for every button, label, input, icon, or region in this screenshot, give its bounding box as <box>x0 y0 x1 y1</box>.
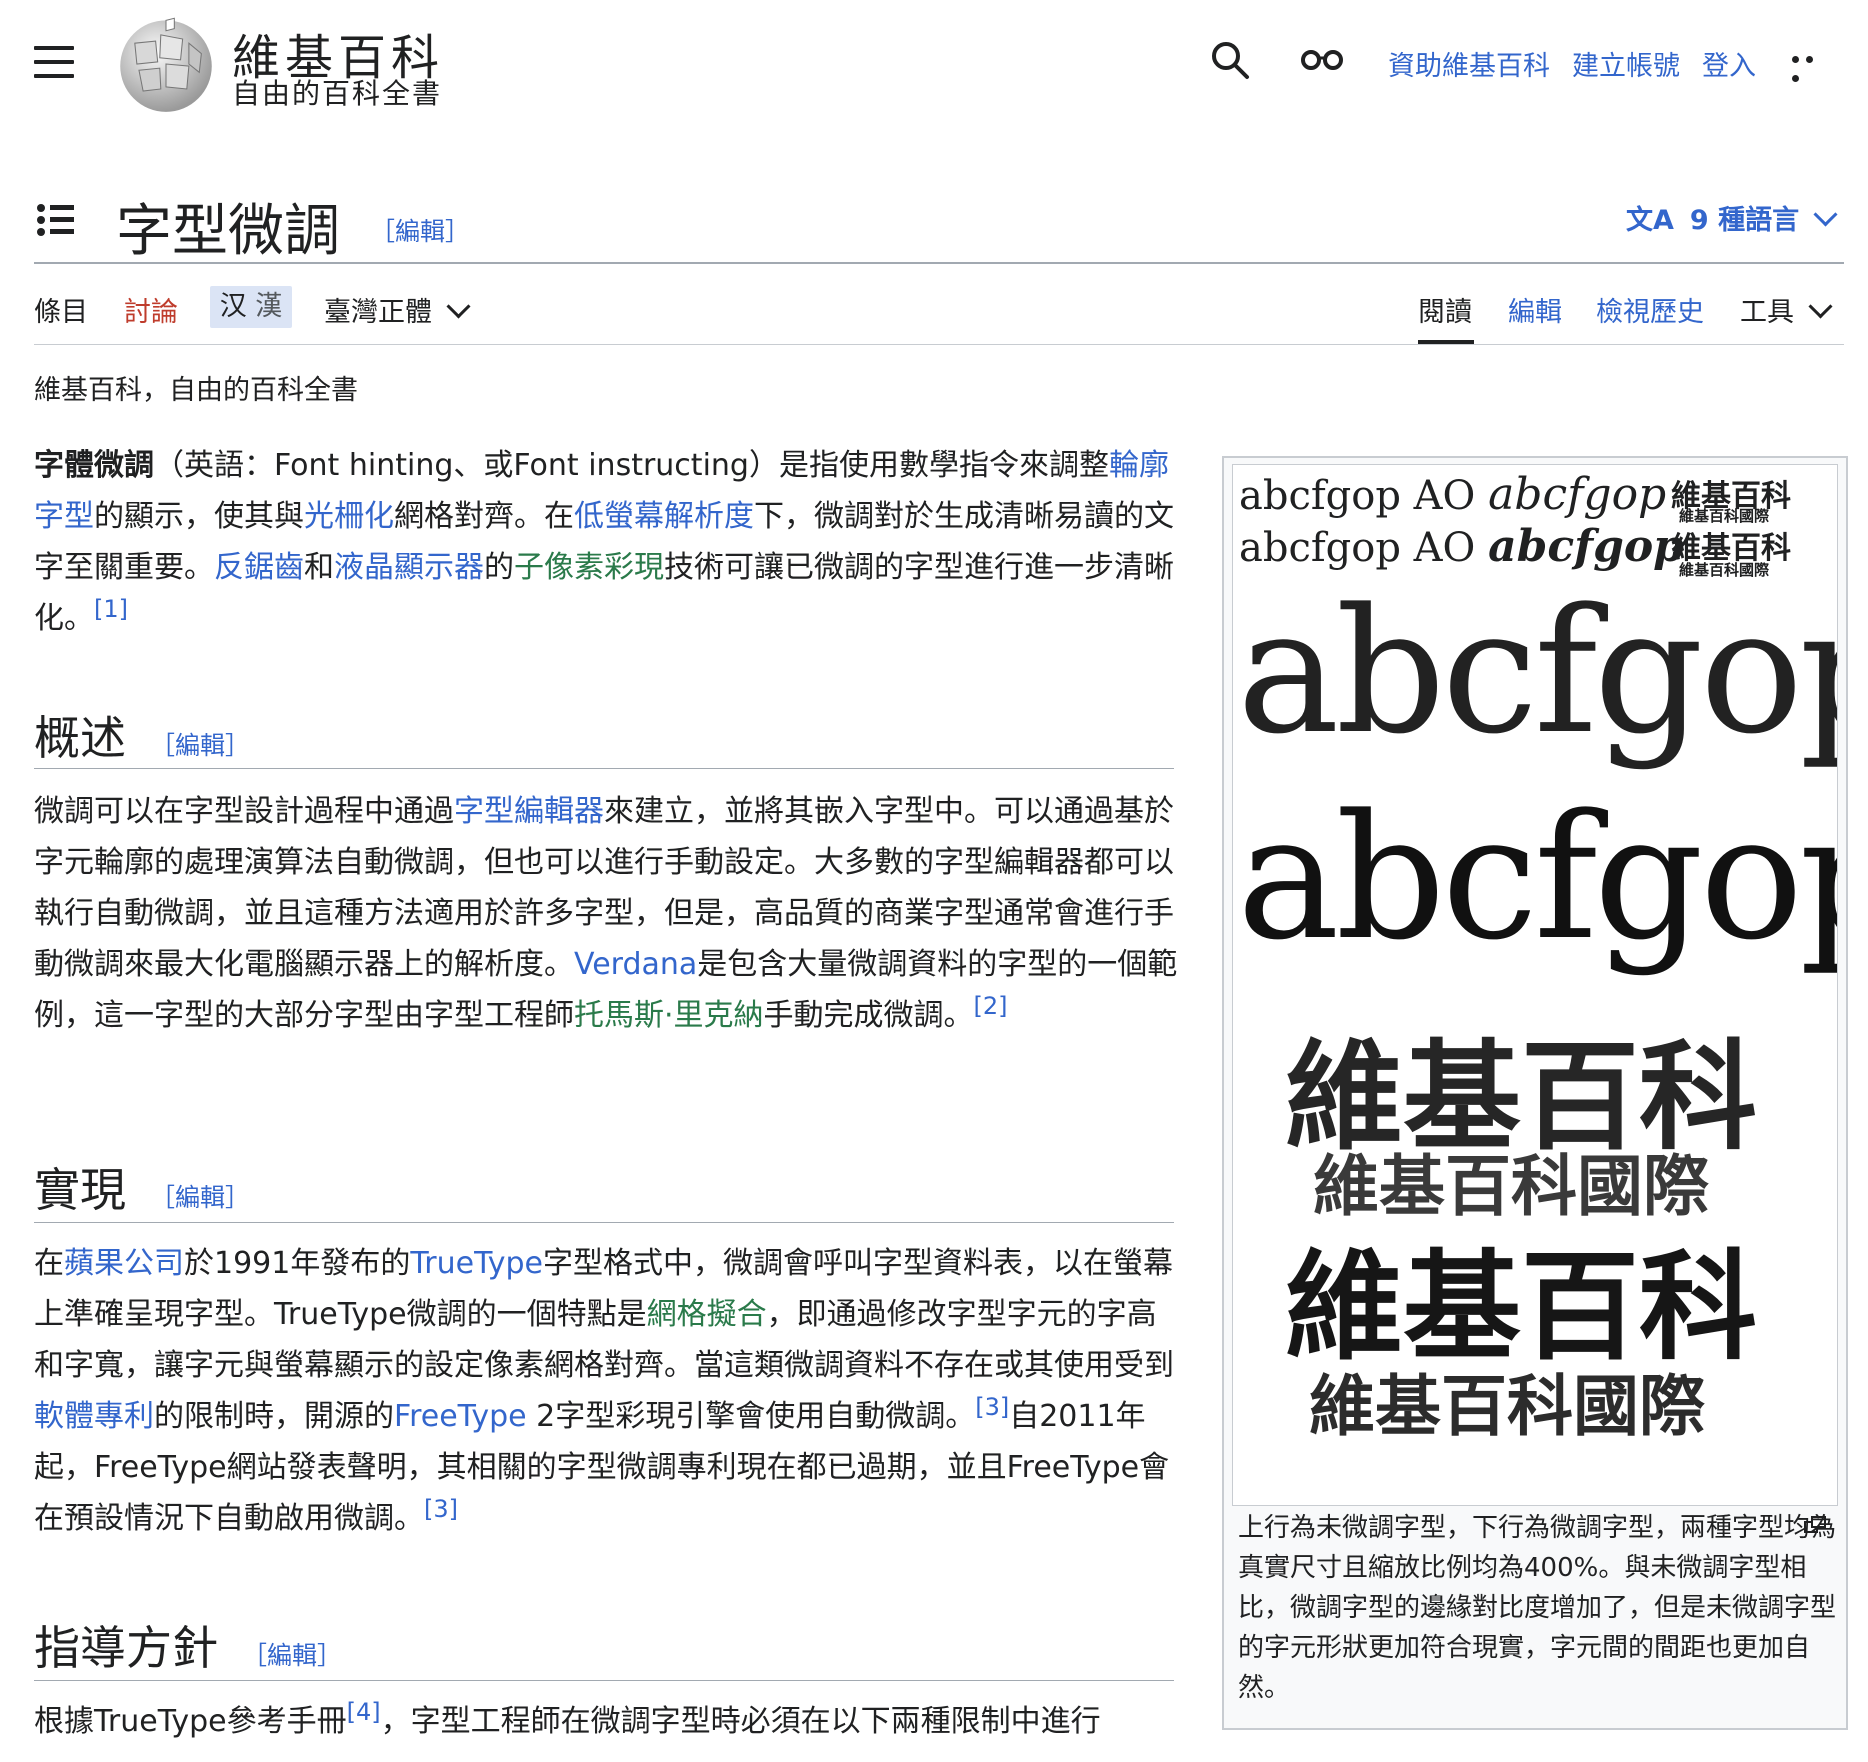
reference-link[interactable]: [2] <box>974 992 1008 1020</box>
variant-simplified[interactable]: 汉 <box>220 291 247 322</box>
text: （英語：Font hinting、或Font instructing）是指使用數… <box>154 448 1109 483</box>
link-lcd[interactable]: 液晶顯示器 <box>334 550 484 585</box>
appearance-glasses-icon[interactable] <box>1300 44 1344 72</box>
title-edit-label[interactable]: ［編輯］ <box>370 217 470 246</box>
language-count: 9 種語言 <box>1689 205 1800 236</box>
sample-text: abcfgop AO <box>1239 525 1476 571</box>
reference-link[interactable]: [3] <box>424 1495 458 1523</box>
login-link[interactable]: 登入 <box>1702 44 1756 83</box>
create-account-link[interactable]: 建立帳號 <box>1572 44 1680 83</box>
link-tom-rickner[interactable]: 托馬斯·里克納 <box>574 998 764 1033</box>
section-heading-overview: 概述 ［編輯］ <box>34 702 250 768</box>
heading-text: 指導方針 <box>34 1621 218 1675</box>
site-tagline: 自由的百科全書 <box>232 77 443 110</box>
section-divider <box>34 768 1174 769</box>
heading-text: 概述 <box>34 711 126 765</box>
tab-history[interactable]: 檢視歷史 <box>1596 290 1704 329</box>
section-heading-implementation: 實現 ［編輯］ <box>34 1154 250 1220</box>
title-divider <box>34 262 1844 264</box>
text: 和 <box>304 550 334 585</box>
donate-link[interactable]: 資助維基百科 <box>1388 44 1550 83</box>
figure-caption: 上行為未微調字型，下行為微調字型，兩種字型均為真實尺寸且縮放比例均為400%。與… <box>1238 1513 1837 1703</box>
text: 網格對齊。在 <box>394 499 574 534</box>
sample-row-hinted: abcfgop AO abcfgop <box>1239 521 1684 572</box>
section-heading-guidelines: 指導方針 ［編輯］ <box>34 1612 342 1678</box>
table-of-contents-icon[interactable] <box>36 202 76 238</box>
text: 根據TrueType參考手冊 <box>34 1704 347 1739</box>
variant-dropdown[interactable]: 臺灣正體 <box>324 290 471 329</box>
enlarged-unhinted-latin: abcfgop <box>1237 571 1837 772</box>
link-font-editor[interactable]: 字型編輯器 <box>454 794 604 829</box>
site-header: 維基百科 自由的百科全書 資助維基百科 建立帳號 登入 <box>0 0 1868 124</box>
main-menu-icon[interactable] <box>34 46 74 78</box>
more-options-icon[interactable] <box>1792 48 1832 82</box>
link-apple[interactable]: 蘋果公司 <box>64 1246 184 1281</box>
implementation-paragraph: 在蘋果公司於1991年發布的TrueType字型格式中，微調會呼叫字型資料表，以… <box>34 1238 1184 1544</box>
variant-toggle[interactable]: 汉 漢 <box>210 286 292 328</box>
variant-traditional[interactable]: 漢 <box>255 291 282 322</box>
tools-dropdown[interactable]: 工具 <box>1740 290 1833 329</box>
sample-text: abcfgop AO <box>1239 473 1476 519</box>
language-icon: 文A <box>1626 205 1674 236</box>
thumbnail-figure: abcfgop AO abcfgop abcfgop AO abcfgop 維基… <box>1222 456 1848 1730</box>
section-edit-link[interactable]: ［編輯］ <box>150 731 250 760</box>
enlarged-hinted-latin: abcfgop <box>1237 777 1837 978</box>
link-freetype[interactable]: FreeType <box>394 1399 527 1434</box>
chevron-down-icon <box>446 294 471 319</box>
chevron-down-icon <box>1808 294 1833 319</box>
sample-italic: abcfgop <box>1488 469 1667 520</box>
text: 的 <box>484 550 514 585</box>
tab-edit[interactable]: 編輯 <box>1508 290 1562 329</box>
section-edit-link[interactable]: ［編輯］ <box>242 1641 342 1670</box>
link-verdana[interactable]: Verdana <box>574 947 697 982</box>
text: 2字型彩現引擎會使用自動微調。 <box>526 1399 976 1434</box>
page-title: 字型微調 <box>116 199 340 264</box>
link-rasterization[interactable]: 光柵化 <box>304 499 394 534</box>
link-subpixel-rendering[interactable]: 子像素彩現 <box>514 550 664 585</box>
site-subtitle: 維基百科，自由的百科全書 <box>34 375 358 406</box>
text: 微調可以在字型設計過程中通過 <box>34 794 454 829</box>
text: 手動完成微調。 <box>763 998 974 1033</box>
section-edit-link[interactable]: ［編輯］ <box>150 1183 250 1212</box>
link-antialiasing[interactable]: 反鋸齒 <box>214 550 304 585</box>
overview-paragraph: 微調可以在字型設計過程中通過字型編輯器來建立，並將其嵌入字型中。可以通過基於字元… <box>34 786 1184 1041</box>
variant-dropdown-label[interactable]: 臺灣正體 <box>324 297 432 328</box>
wikipedia-globe-logo[interactable] <box>114 12 218 116</box>
link-truetype[interactable]: TrueType <box>410 1246 543 1281</box>
text: 於1991年發布的 <box>184 1246 411 1281</box>
intro-paragraph: 字體微調（英語：Font hinting、或Font instructing）是… <box>34 440 1184 644</box>
sample-row-unhinted: abcfgop AO abcfgop <box>1239 469 1666 520</box>
title-edit-link[interactable]: ［編輯］ <box>370 212 470 248</box>
language-selector-button[interactable]: 文A 9 種語言 <box>1626 198 1838 237</box>
search-icon[interactable] <box>1210 40 1250 80</box>
text: ，字型工程師在微調字型時必須在以下兩種限制中進行 <box>380 1704 1101 1739</box>
link-low-resolution[interactable]: 低螢幕解析度 <box>574 499 754 534</box>
edit-label[interactable]: ［編輯］ <box>150 1183 250 1212</box>
tab-talk[interactable]: 討論 <box>124 290 178 329</box>
chevron-down-icon <box>1813 202 1838 227</box>
tab-read[interactable]: 閱讀 <box>1418 290 1472 329</box>
section-divider <box>34 1680 1174 1681</box>
tools-label[interactable]: 工具 <box>1740 297 1794 328</box>
sample-italic: abcfgop <box>1488 521 1684 572</box>
edit-label[interactable]: ［編輯］ <box>242 1641 342 1670</box>
term-bold: 字體微調 <box>34 448 154 483</box>
guidelines-paragraph: 根據TrueType參考手冊[4]，字型工程師在微調字型時必須在以下兩種限制中進… <box>34 1696 1184 1747</box>
enlarged-hinted-cjk-small: 維基百科國際 <box>1309 1368 1705 1445</box>
link-grid-fitting[interactable]: 網格擬合 <box>647 1297 767 1332</box>
text: 的限制時，開源的 <box>154 1399 394 1434</box>
reference-link[interactable]: [1] <box>94 595 128 623</box>
link-software-patent[interactable]: 軟體專利 <box>34 1399 154 1434</box>
text: 在 <box>34 1246 64 1281</box>
text: 的顯示，使其與 <box>94 499 304 534</box>
reference-link[interactable]: [4] <box>347 1698 381 1726</box>
edit-label[interactable]: ［編輯］ <box>150 731 250 760</box>
heading-text: 實現 <box>34 1163 126 1217</box>
reference-link[interactable]: [3] <box>975 1393 1009 1421</box>
tab-article[interactable]: 條目 <box>34 290 88 329</box>
hinting-comparison-image[interactable]: abcfgop AO abcfgop abcfgop AO abcfgop 維基… <box>1232 464 1838 1506</box>
tabs-divider <box>34 344 1844 345</box>
section-divider <box>34 1222 1174 1223</box>
